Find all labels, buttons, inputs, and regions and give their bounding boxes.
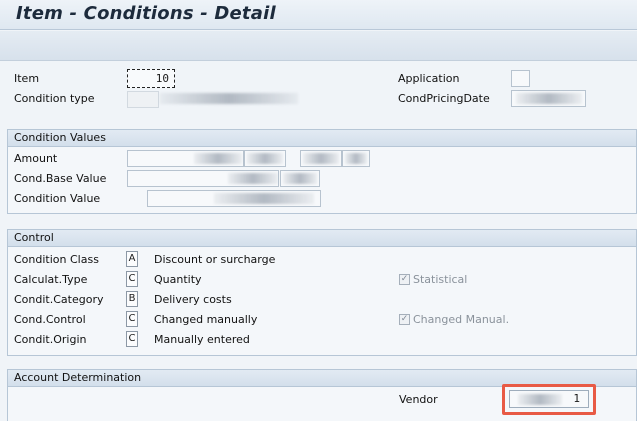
unit-of-measure-value <box>345 153 367 164</box>
cond-pricing-date-field[interactable] <box>511 90 586 107</box>
calculation-type-text: Quantity <box>154 273 202 286</box>
vendor-name-value <box>518 394 562 405</box>
item-field[interactable]: 10 <box>127 69 175 88</box>
condition-type-field[interactable] <box>127 91 159 108</box>
condition-type-label: Condition type <box>14 92 95 105</box>
item-label: Item <box>14 72 40 85</box>
condition-control-text: Changed manually <box>154 313 258 326</box>
application-label: Application <box>398 72 460 85</box>
cond-base-value-value <box>228 173 278 184</box>
statistical-label: Statistical <box>413 273 468 286</box>
control-header: Control <box>8 230 636 247</box>
item-value: 10 <box>155 72 169 85</box>
amount-currency-value <box>247 153 283 164</box>
amount-currency-field[interactable] <box>244 150 286 167</box>
condition-category-label: Condit.Category <box>14 293 104 306</box>
cond-base-unit-field[interactable] <box>280 170 320 187</box>
condition-origin-code[interactable]: C <box>126 331 138 347</box>
condition-category-code[interactable]: B <box>126 291 138 307</box>
unit-of-measure-field[interactable] <box>342 150 370 167</box>
condition-value-field[interactable] <box>147 190 321 207</box>
condition-control-label: Cond.Control <box>14 313 86 326</box>
pricing-unit-value <box>303 153 339 164</box>
condition-control-code[interactable]: C <box>126 311 138 327</box>
cond-base-value-label: Cond.Base Value <box>14 172 107 185</box>
condition-class-text: Discount or surcharge <box>154 253 276 266</box>
vendor-field[interactable]: 1 <box>509 390 589 408</box>
calculation-type-code[interactable]: C <box>126 271 138 287</box>
vendor-value: 1 <box>573 392 580 405</box>
pricing-unit-field[interactable] <box>300 150 342 167</box>
condition-type-description <box>160 93 298 104</box>
condition-value-label: Condition Value <box>14 192 101 205</box>
title-bar: Item - Conditions - Detail <box>0 0 637 30</box>
application-field[interactable] <box>511 70 530 87</box>
window-title: Item - Conditions - Detail <box>16 3 276 24</box>
condition-origin-text: Manually entered <box>154 333 250 346</box>
condition-class-code[interactable]: A <box>126 251 138 267</box>
condition-class-label: Condition Class <box>14 253 99 266</box>
cond-base-value-field[interactable] <box>127 170 279 187</box>
amount-value <box>194 153 242 164</box>
statistical-checkbox[interactable]: ✓ <box>399 274 410 285</box>
condition-value-value <box>214 193 314 204</box>
calculation-type-label: Calculat.Type <box>14 273 88 286</box>
amount-label: Amount <box>14 152 58 165</box>
cond-pricing-date-value <box>516 93 582 104</box>
condition-values-header: Condition Values <box>8 130 636 147</box>
condition-origin-label: Condit.Origin <box>14 333 87 346</box>
changed-manual-checkbox[interactable]: ✓ <box>399 314 410 325</box>
vendor-label: Vendor <box>399 393 438 406</box>
changed-manual-label: Changed Manual. <box>413 313 510 326</box>
toolbar <box>0 31 637 61</box>
cond-base-unit-value <box>283 173 317 184</box>
amount-field[interactable] <box>127 150 244 167</box>
condition-category-text: Delivery costs <box>154 293 232 306</box>
cond-pricing-date-label: CondPricingDate <box>398 92 490 105</box>
